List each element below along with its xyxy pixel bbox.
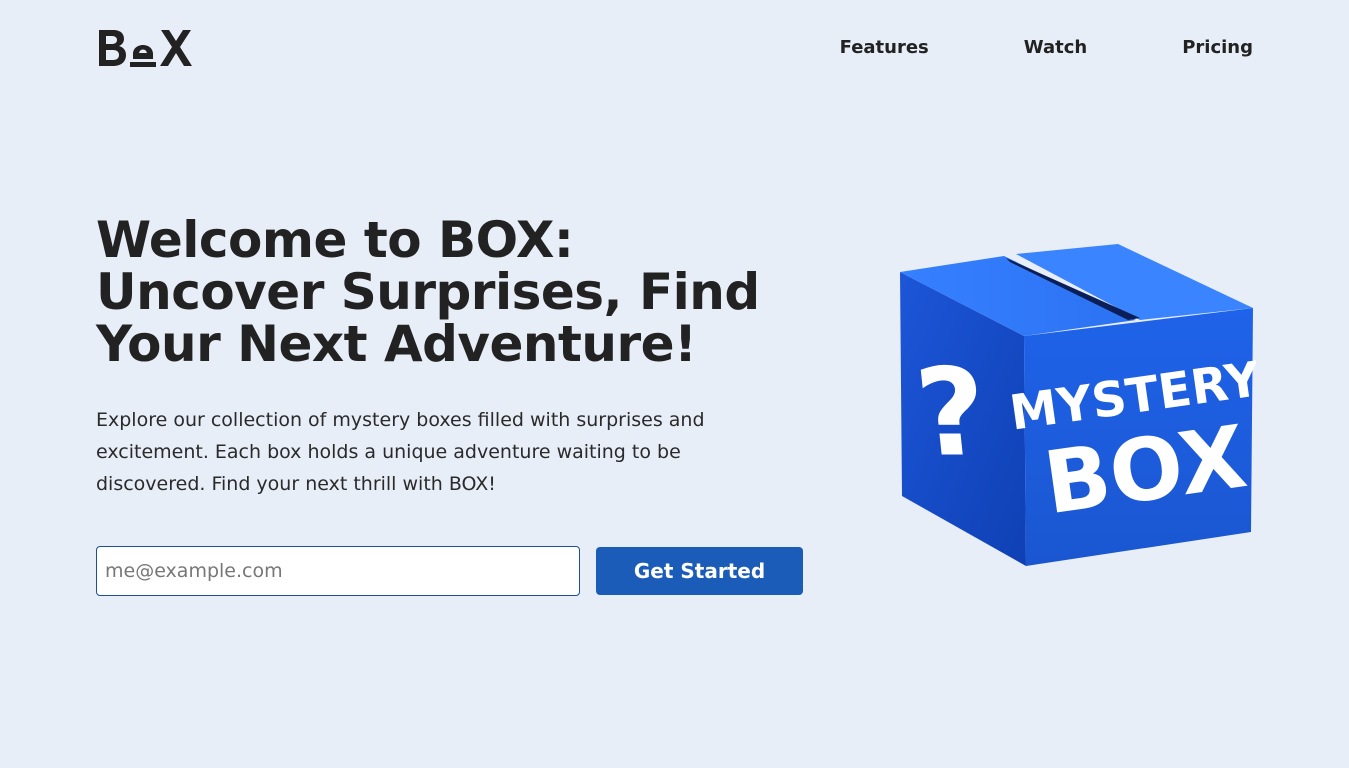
mystery-box-illustration: ? MYSTERY BOX (896, 240, 1256, 570)
nav-pricing-link[interactable]: Pricing (1182, 36, 1253, 60)
main-nav: Features Watch Pricing (840, 36, 1253, 60)
question-mark-symbol: ? (910, 343, 994, 483)
nav-features-link[interactable]: Features (840, 36, 929, 60)
nav-watch-link[interactable]: Watch (1024, 36, 1087, 60)
email-input[interactable] (96, 546, 580, 596)
hero-title: Welcome to BOX: Uncover Surprises, Find … (96, 211, 760, 373)
landing-page: Features Watch Pricing Welcome to BOX: U… (0, 0, 1349, 768)
get-started-button[interactable]: Get Started (596, 547, 803, 595)
hero-subtitle: Explore our collection of mystery boxes … (96, 409, 705, 495)
box-logo[interactable] (97, 26, 195, 72)
